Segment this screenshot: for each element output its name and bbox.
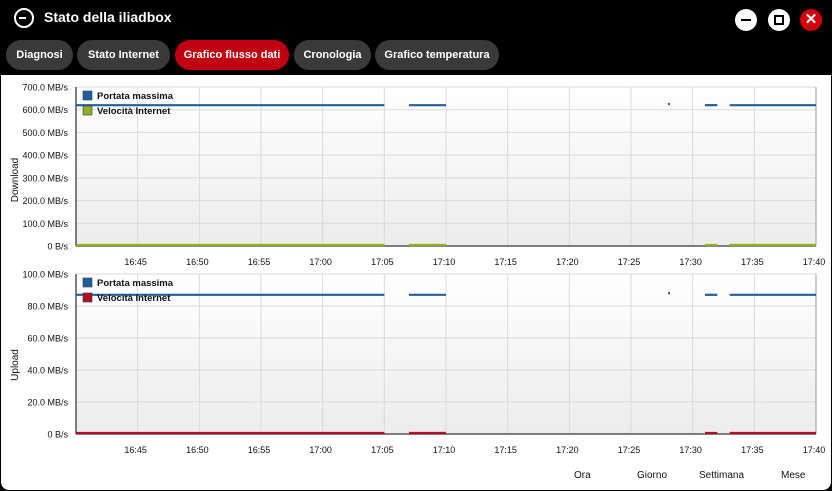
x-tick-label: 17:25 bbox=[618, 257, 641, 267]
legend-swatch bbox=[82, 277, 93, 288]
x-tick-label: 17:00 bbox=[309, 445, 332, 455]
x-tick-label: 17:05 bbox=[371, 257, 394, 267]
x-tick-label: 17:20 bbox=[556, 445, 579, 455]
x-tick-label: 16:50 bbox=[186, 445, 209, 455]
range-ora-button[interactable]: Ora bbox=[574, 470, 591, 481]
x-tick-label: 17:25 bbox=[618, 445, 641, 455]
y-tick-label: 100.0 MB/s bbox=[22, 219, 68, 229]
x-tick-label: 17:30 bbox=[679, 445, 702, 455]
chart-upload: 0 B/s 20.0 MB/s 40.0 MB/s 60.0 MB/s 80.0 MB/… bbox=[10, 270, 825, 456]
legend-label: Velocità Internet bbox=[97, 106, 171, 117]
chart-download: 0 B/s 100.0 MB/s 200.0 MB/s 300.0 MB/s 400.0… bbox=[10, 83, 825, 268]
traffic-charts: 0 B/s 100.0 MB/s 200.0 MB/s 300.0 MB/s 400.0… bbox=[10, 83, 825, 456]
legend-swatch bbox=[82, 105, 93, 116]
y-axis-label: Download bbox=[10, 158, 21, 202]
x-tick-label: 17:30 bbox=[679, 257, 702, 267]
legend-swatch bbox=[82, 90, 93, 101]
x-tick-label: 16:45 bbox=[124, 257, 147, 267]
x-tick-label: 17:10 bbox=[433, 257, 456, 267]
y-tick-label: 100.0 MB/s bbox=[22, 270, 68, 280]
legend-label: Portata massima bbox=[97, 91, 174, 102]
range-giorno-button[interactable]: Giorno bbox=[637, 470, 667, 481]
x-tick-label: 16:45 bbox=[124, 445, 147, 455]
x-tick-label: 17:35 bbox=[741, 257, 764, 267]
x-tick-label: 17:35 bbox=[741, 445, 764, 455]
y-tick-label: 600.0 MB/s bbox=[22, 105, 68, 115]
y-tick-label: 40.0 MB/s bbox=[27, 366, 68, 376]
y-tick-label: 60.0 MB/s bbox=[27, 334, 68, 344]
legend-label: Velocità Internet bbox=[97, 293, 171, 304]
legend-swatch bbox=[82, 292, 93, 303]
y-tick-label: 200.0 MB/s bbox=[22, 196, 68, 206]
x-tick-label: 16:50 bbox=[186, 257, 209, 267]
x-tick-label: 17:00 bbox=[309, 257, 332, 267]
y-tick-label: 0 B/s bbox=[47, 430, 68, 440]
x-tick-label: 17:15 bbox=[494, 257, 517, 267]
legend-label: Portata massima bbox=[97, 278, 174, 289]
y-tick-label: 500.0 MB/s bbox=[22, 128, 68, 138]
x-tick-label: 17:05 bbox=[371, 445, 394, 455]
y-tick-label: 20.0 MB/s bbox=[27, 398, 68, 408]
x-tick-label: 17:15 bbox=[494, 445, 517, 455]
x-tick-label: 16:55 bbox=[248, 445, 271, 455]
x-tick-label: 17:10 bbox=[433, 445, 456, 455]
y-tick-label: 700.0 MB/s bbox=[22, 83, 68, 93]
x-tick-label: 16:55 bbox=[248, 257, 271, 267]
y-tick-label: 80.0 MB/s bbox=[27, 302, 68, 312]
range-settimana-button[interactable]: Settimana bbox=[699, 470, 744, 481]
y-axis-label: Upload bbox=[10, 349, 21, 381]
x-tick-label: 17:20 bbox=[556, 257, 579, 267]
y-tick-label: 300.0 MB/s bbox=[22, 173, 68, 183]
x-tick-label: 17:40 bbox=[803, 257, 826, 267]
y-tick-label: 0 B/s bbox=[47, 242, 68, 252]
x-tick-label: 17:40 bbox=[803, 445, 826, 455]
range-mese-button[interactable]: Mese bbox=[781, 470, 805, 481]
app-window: Stato della iliadbox ✕ Diagnosi Stato In… bbox=[0, 0, 832, 491]
y-tick-label: 400.0 MB/s bbox=[22, 151, 68, 161]
